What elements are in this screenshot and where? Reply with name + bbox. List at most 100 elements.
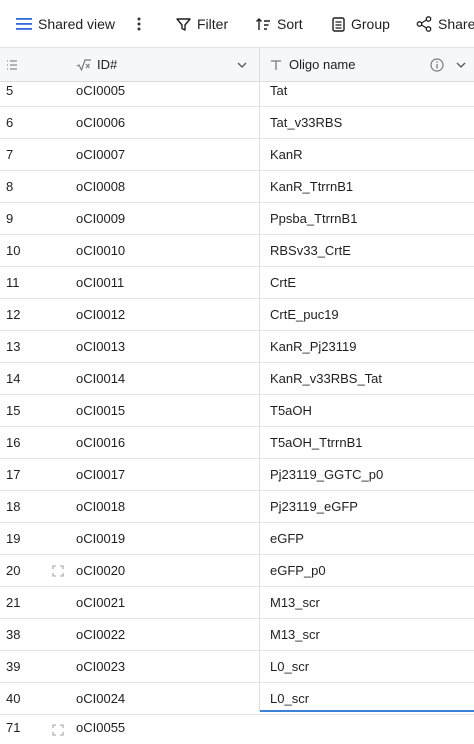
cell-id[interactable]: oCI0017 (76, 459, 125, 490)
cell-oligo-name[interactable]: T5aOH (270, 395, 312, 426)
cell-oligo-name[interactable]: L0_scr (270, 651, 309, 682)
view-toolbar: Shared view Filter Sort Group Share (0, 0, 474, 48)
cell-oligo-name[interactable]: eGFP (270, 523, 304, 554)
cell-id[interactable]: oCI0021 (76, 587, 125, 618)
cell-oligo-name[interactable]: M13_scr (270, 587, 320, 618)
cell-oligo-name[interactable]: Ppsba_TtrrnB1 (270, 203, 357, 234)
cell-id[interactable]: oCI0010 (76, 235, 125, 266)
group-button[interactable]: Group (332, 0, 390, 48)
table-row[interactable]: 5 oCI0005 Tat (0, 75, 474, 107)
cell-id[interactable]: oCI0009 (76, 203, 125, 234)
chevron-down-icon (237, 62, 247, 68)
cell-id[interactable]: oCI0005 (76, 75, 125, 106)
cell-id[interactable]: oCI0022 (76, 619, 125, 650)
more-vertical-icon (137, 17, 141, 31)
cell-id[interactable]: oCI0011 (76, 267, 124, 298)
cell-id[interactable]: oCI0015 (76, 395, 125, 426)
table-row[interactable]: 9 oCI0009 Ppsba_TtrrnB1 (0, 203, 474, 235)
row-number: 20 (6, 563, 21, 578)
row-number: 40 (6, 691, 21, 706)
table-row[interactable]: 21 oCI0021 M13_scr (0, 587, 474, 619)
cell-id[interactable]: oCI0013 (76, 331, 125, 362)
row-number: 14 (6, 371, 21, 386)
expand-row-icon[interactable] (52, 724, 64, 736)
sort-button[interactable]: Sort (255, 0, 303, 48)
cell-id[interactable]: oCI0018 (76, 491, 125, 522)
cell-oligo-name[interactable]: KanR (270, 139, 303, 170)
view-name: Shared view (38, 16, 116, 32)
info-icon (430, 57, 444, 72)
expand-row-icon[interactable] (52, 565, 64, 577)
row-number: 38 (6, 627, 21, 642)
cell-oligo-name[interactable]: Pj23119_GGTC_p0 (270, 459, 383, 490)
filter-icon (176, 17, 191, 31)
table-row[interactable]: 20 oCI0020 eGFP_p0 (0, 555, 474, 587)
cell-id[interactable]: oCI0007 (76, 139, 125, 170)
table-row[interactable]: 10 oCI0010 RBSv33_CrtE (0, 235, 474, 267)
row-number: 21 (6, 595, 21, 610)
cell-oligo-name[interactable]: KanR_Pj23119 (270, 331, 357, 362)
row-number: 12 (6, 307, 21, 322)
cell-id[interactable]: oCI0016 (76, 427, 125, 458)
row-number: 15 (6, 403, 21, 418)
table-row[interactable]: 15 oCI0015 T5aOH (0, 395, 474, 427)
row-number: 18 (6, 499, 21, 514)
table-row[interactable]: 17 oCI0017 Pj23119_GGTC_p0 (0, 459, 474, 491)
cell-id[interactable]: oCI0019 (76, 523, 125, 554)
cell-id[interactable]: oCI0024 (76, 683, 125, 714)
cell-oligo-name[interactable]: Tat_v33RBS (270, 107, 342, 138)
row-number: 71 (6, 720, 21, 735)
row-number: 5 (6, 83, 14, 98)
filter-button[interactable]: Filter (176, 0, 228, 48)
text-type-icon (271, 59, 281, 70)
table-row[interactable]: 8 oCI0008 KanR_TtrrnB1 (0, 171, 474, 203)
table-row[interactable]: 13 oCI0013 KanR_Pj23119 (0, 331, 474, 363)
row-number: 7 (6, 147, 14, 162)
table-row[interactable]: 12 oCI0012 CrtE_puc19 (0, 299, 474, 331)
cell-id[interactable]: oCI0023 (76, 651, 125, 682)
chevron-down-icon (456, 62, 466, 68)
cell-oligo-name[interactable]: T5aOH_TtrrnB1 (270, 427, 362, 458)
filter-label: Filter (197, 16, 229, 32)
table-row[interactable]: 39 oCI0023 L0_scr (0, 651, 474, 683)
table-row[interactable]: 14 oCI0014 KanR_v33RBS_Tat (0, 363, 474, 395)
cell-oligo-name[interactable]: KanR_TtrrnB1 (270, 171, 353, 202)
table-row[interactable]: 16 oCI0016 T5aOH_TtrrnB1 (0, 427, 474, 459)
table-row[interactable]: 71 oCI0055 (0, 712, 474, 740)
view-list-icon (16, 18, 32, 30)
cell-oligo-name[interactable]: KanR_v33RBS_Tat (270, 363, 382, 394)
cell-oligo-name[interactable]: CrtE_puc19 (270, 299, 339, 330)
row-number: 11 (6, 275, 20, 290)
view-more-button[interactable] (130, 0, 148, 48)
sort-label: Sort (277, 16, 303, 32)
cell-id[interactable]: oCI0020 (76, 555, 125, 586)
table-row[interactable]: 38 oCI0022 M13_scr (0, 619, 474, 651)
row-number: 10 (6, 243, 21, 258)
cell-oligo-name[interactable]: RBSv33_CrtE (270, 235, 351, 266)
cell-id[interactable]: oCI0008 (76, 171, 125, 202)
table-row[interactable]: 19 oCI0019 eGFP (0, 523, 474, 555)
cell-oligo-name[interactable]: Tat (270, 75, 287, 106)
cell-id[interactable]: oCI0012 (76, 299, 125, 330)
sort-icon (256, 17, 270, 30)
row-numbers-icon (7, 59, 17, 70)
table-row[interactable]: 7 oCI0007 KanR (0, 139, 474, 171)
row-number: 9 (6, 211, 14, 226)
row-number: 17 (6, 467, 21, 482)
row-number: 13 (6, 339, 21, 354)
cell-oligo-name[interactable]: CrtE (270, 267, 296, 298)
cell-id[interactable]: oCI0006 (76, 107, 125, 138)
cell-oligo-name[interactable]: M13_scr (270, 619, 320, 650)
row-number: 8 (6, 179, 14, 194)
cell-id[interactable]: oCI0055 (76, 712, 125, 740)
cell-oligo-name[interactable]: Pj23119_eGFP (270, 491, 358, 522)
view-switcher[interactable]: Shared view (16, 0, 115, 48)
share-button[interactable]: Share (416, 0, 474, 48)
cell-oligo-name[interactable]: eGFP_p0 (270, 555, 326, 586)
table-row[interactable]: 6 oCI0006 Tat_v33RBS (0, 107, 474, 139)
column-title-oligo-name: Oligo name (289, 57, 356, 72)
table-row[interactable]: 11 oCI0011 CrtE (0, 267, 474, 299)
cell-id[interactable]: oCI0014 (76, 363, 125, 394)
table-row[interactable]: 18 oCI0018 Pj23119_eGFP (0, 491, 474, 523)
row-number: 16 (6, 435, 21, 450)
